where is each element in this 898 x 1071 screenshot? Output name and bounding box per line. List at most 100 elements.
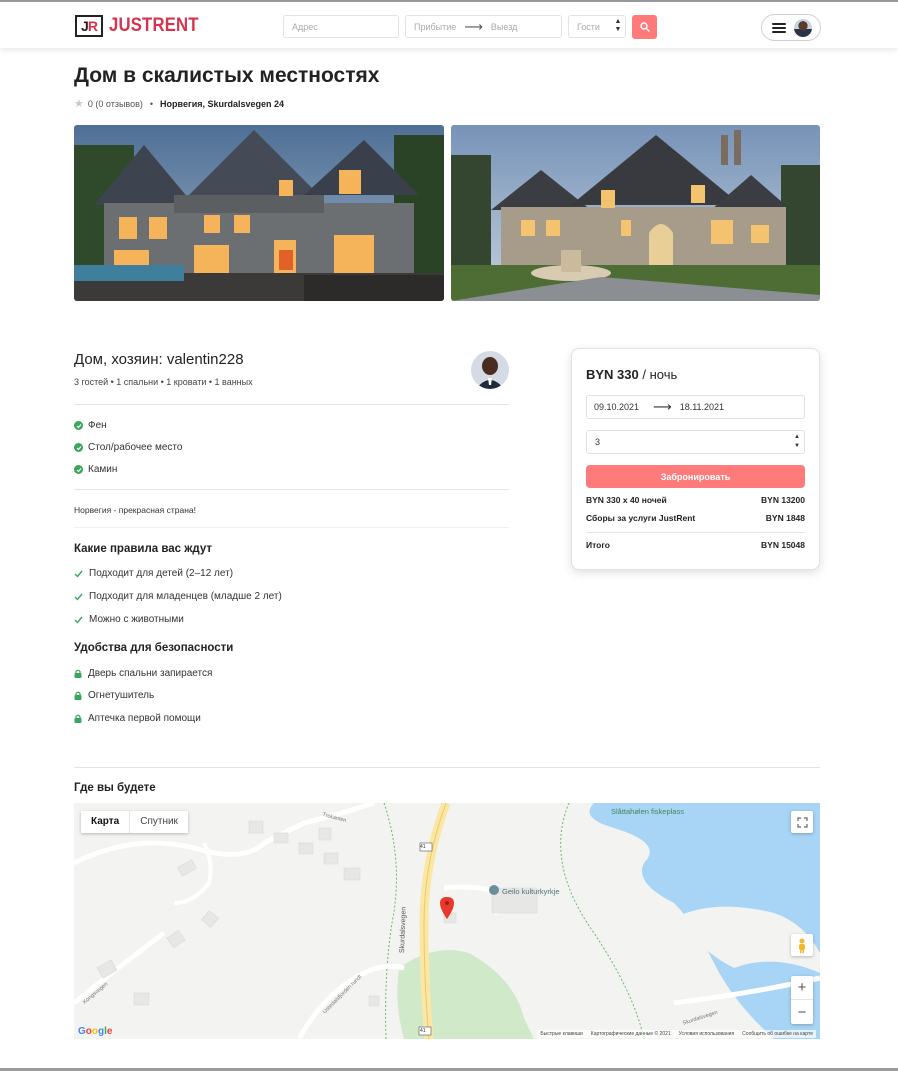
pegman-icon — [799, 938, 805, 953]
zoom-control: + − — [791, 976, 813, 1024]
safety-item: Дверь спальни запирается — [74, 668, 212, 679]
total-cost-row: Итого BYN 15048 — [586, 540, 805, 550]
arrow-right-icon: ⟶ — [464, 18, 483, 34]
map-section-title: Где вы будете — [74, 782, 156, 794]
divider — [586, 532, 805, 533]
location-text[interactable]: Норвегия, Skurdalsvegen 24 — [160, 99, 284, 109]
lock-icon — [74, 669, 82, 678]
amenity-label: Стол/рабочее место — [88, 442, 183, 453]
lock-icon — [74, 714, 82, 723]
divider — [74, 767, 820, 768]
page-title: Дом в скалистых местностях — [74, 64, 380, 87]
rule-label: Можно с животными — [89, 614, 184, 625]
nights-label: BYN 330 x 40 ночей — [586, 495, 667, 505]
book-button[interactable]: Забронировать — [586, 465, 805, 488]
rule-item: Подходит для младенцев (младше 2 лет) — [74, 591, 282, 602]
separator-dot: • — [149, 98, 154, 109]
dates-input[interactable]: Прибытие ⟶ Выезд — [405, 15, 562, 38]
safety-item: Аптечка первой помощи — [74, 713, 201, 724]
address-input[interactable]: Адрес — [283, 15, 399, 38]
guests-stepper[interactable]: ▲ ▼ — [794, 433, 800, 451]
user-avatar — [794, 19, 812, 37]
listing-description: Норвегия - прекрасная страна! — [74, 505, 196, 515]
listing-photo-2[interactable] — [451, 125, 820, 301]
guests-count-input[interactable]: 3 ▲ ▼ — [586, 430, 805, 454]
rule-item: Можно с животными — [74, 614, 184, 625]
price-value: BYN 330 — [586, 367, 639, 382]
map-tab-satellite[interactable]: Спутник — [130, 811, 188, 833]
fee-cost-row: Сборы за услуги JustRent BYN 1848 — [586, 513, 805, 523]
safety-label: Огнетушитель — [88, 690, 155, 701]
amenity-label: Фен — [88, 420, 107, 431]
checkin-date[interactable]: 09.10.2021 — [594, 402, 639, 412]
fullscreen-button[interactable] — [791, 811, 813, 833]
search-icon — [639, 22, 650, 32]
map-view[interactable]: 41 41 Geilo kulturkyrkje Slåttahølen fis… — [74, 803, 820, 1039]
check-circle-icon — [74, 421, 83, 430]
checkout-date[interactable]: 18.11.2021 — [680, 402, 724, 412]
host-avatar[interactable] — [471, 351, 509, 389]
guests-input[interactable]: Гости ▲ ▼ — [568, 15, 626, 38]
amenity-item: Фен — [74, 420, 107, 431]
amenity-label: Камин — [88, 464, 118, 475]
fee-value: BYN 1848 — [765, 513, 805, 523]
check-circle-icon — [74, 443, 83, 452]
safety-item: Огнетушитель — [74, 690, 154, 701]
google-logo[interactable]: Google — [78, 1026, 112, 1037]
rule-item: Подходит для детей (2–12 лет) — [74, 568, 233, 579]
rating-text[interactable]: 0 (0 отзывов) — [88, 99, 143, 109]
map-data-credit: Картографические данные © 2021 — [590, 1031, 671, 1037]
fishing-label: Slåttahølen fiskeplass — [611, 807, 684, 816]
guests-value: 3 — [595, 437, 601, 447]
lock-icon — [74, 691, 82, 700]
guests-placeholder: Гости — [577, 22, 600, 32]
street-view-button[interactable] — [791, 934, 813, 956]
checkout-input[interactable]: Выезд — [491, 22, 517, 32]
star-icon: ★ — [74, 98, 84, 110]
zoom-in-button[interactable]: + — [791, 976, 813, 1000]
amenity-item: Стол/рабочее место — [74, 442, 182, 453]
map-report-link[interactable]: Сообщить об ошибке на карте — [742, 1031, 813, 1037]
hamburger-icon — [772, 22, 786, 33]
map-tab-map[interactable]: Карта — [81, 811, 131, 833]
brand-name: JUSTRENT — [109, 15, 199, 36]
price-per: / ночь — [642, 367, 678, 382]
logo-mark-icon: JR — [75, 15, 103, 37]
road-shield-41: 41 — [420, 844, 426, 850]
divider — [74, 527, 509, 528]
road-shield-41b: 41 — [420, 1028, 426, 1034]
church-pin-icon — [489, 885, 499, 895]
listing-photo-1[interactable] — [74, 125, 444, 301]
fee-label: Сборы за услуги JustRent — [586, 513, 696, 523]
host-title: Дом, хозяин: valentin228 — [74, 351, 244, 368]
check-icon — [74, 570, 83, 578]
rules-title: Какие правила вас ждут — [74, 543, 213, 555]
host-meta: 3 гостей • 1 спальни • 1 кровати • 1 ван… — [74, 377, 253, 387]
listing-subline: ★ 0 (0 отзывов) • Норвегия, Skurdalsvege… — [74, 97, 284, 110]
map-type-switch: Карта Спутник — [81, 811, 188, 833]
date-range-input[interactable]: 09.10.2021 ⟶ 18.11.2021 — [586, 395, 805, 419]
safety-label: Аптечка первой помощи — [88, 713, 201, 724]
search-button[interactable] — [632, 15, 657, 39]
check-circle-icon — [74, 465, 83, 474]
arrow-right-icon: ⟶ — [653, 399, 672, 414]
map-shortcuts-link[interactable]: Быстрые клавиши — [540, 1031, 582, 1037]
map-canvas — [74, 803, 820, 1039]
amenity-item: Камин — [74, 464, 117, 475]
nights-value: BYN 13200 — [761, 495, 805, 505]
booking-card: BYN 330 / ночь 09.10.2021 ⟶ 18.11.2021 3… — [571, 348, 820, 570]
checkin-input[interactable]: Прибытие — [414, 22, 456, 32]
safety-title: Удобства для безопасности — [74, 642, 234, 654]
check-icon — [74, 593, 83, 601]
guests-stepper[interactable]: ▲ ▼ — [614, 18, 622, 34]
divider — [74, 489, 509, 490]
total-label: Итого — [586, 540, 610, 550]
top-navbar: JR JUSTRENT Адрес Прибытие ⟶ Выезд Гости… — [0, 2, 898, 48]
brand-logo[interactable]: JR JUSTRENT — [75, 15, 211, 37]
user-menu-button[interactable] — [761, 14, 821, 41]
nights-cost-row: BYN 330 x 40 ночей BYN 13200 — [586, 495, 805, 505]
map-terms-link[interactable]: Условия использования — [679, 1031, 735, 1037]
zoom-out-button[interactable]: − — [791, 1000, 813, 1024]
check-icon — [74, 616, 83, 624]
total-value: BYN 15048 — [761, 540, 805, 550]
